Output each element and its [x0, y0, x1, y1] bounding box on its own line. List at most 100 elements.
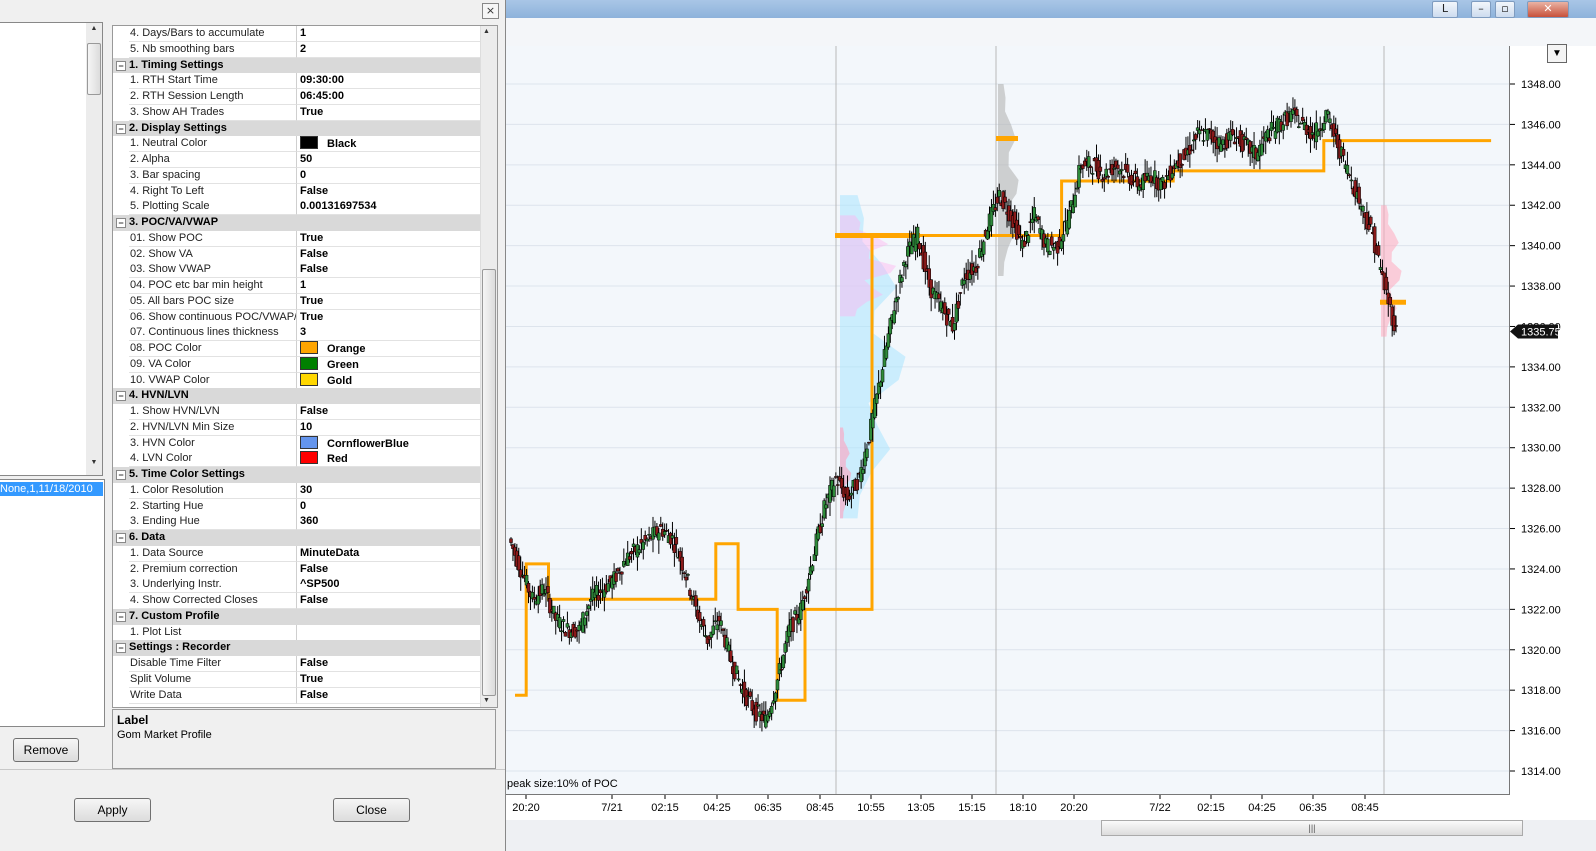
property-row[interactable]: 1. RTH Start Time 09:30:00: [113, 73, 483, 90]
minimize-icon[interactable]: –: [1471, 1, 1491, 18]
property-row[interactable]: 01. Show POC True: [113, 230, 483, 247]
property-value[interactable]: False: [297, 183, 483, 200]
restore-icon[interactable]: ▫: [1495, 1, 1515, 18]
close-button[interactable]: Close: [333, 798, 410, 822]
property-row[interactable]: 10. VWAP Color Gold: [113, 372, 483, 389]
scroll-down-icon[interactable]: ▼: [87, 459, 101, 471]
property-row[interactable]: 04. POC etc bar min height 1: [113, 278, 483, 294]
property-row[interactable]: 02. Show VA False: [113, 246, 483, 263]
axis-dropdown-button[interactable]: ▼: [1547, 44, 1567, 63]
property-grid[interactable]: 4. Days/Bars to accumulate 1 5. Nb smoothi…: [112, 25, 498, 708]
property-category[interactable]: −1. Timing Settings: [113, 57, 480, 74]
property-category[interactable]: −4. HVN/LVN: [113, 388, 480, 404]
property-row[interactable]: 2. Premium correction False: [113, 561, 483, 578]
property-value[interactable]: True: [297, 230, 483, 247]
scrollbar-thumb[interactable]: [482, 269, 496, 696]
property-value[interactable]: 1: [297, 26, 483, 42]
property-value[interactable]: True: [297, 293, 483, 310]
remove-button[interactable]: Remove: [13, 738, 79, 762]
property-value[interactable]: CornflowerBlue: [297, 435, 483, 452]
close-icon[interactable]: ✕: [1527, 1, 1569, 18]
property-row[interactable]: 06. Show continuous POC/VWAP/True: [113, 309, 483, 326]
property-value[interactable]: 1: [297, 278, 483, 294]
property-value[interactable]: True: [297, 671, 483, 688]
property-row[interactable]: 4. LVN Color Red: [113, 451, 483, 468]
property-row[interactable]: Write Data False: [113, 687, 483, 704]
property-value[interactable]: Orange: [297, 341, 483, 357]
property-value[interactable]: 0.00131697534: [297, 199, 483, 216]
property-row[interactable]: 1. Color Resolution 30: [113, 482, 483, 499]
property-value[interactable]: 2: [297, 41, 483, 58]
property-value[interactable]: 30: [297, 482, 483, 499]
collapse-icon[interactable]: −: [116, 123, 126, 134]
property-row[interactable]: 2. Alpha 50: [113, 152, 483, 168]
property-category[interactable]: −5. Time Color Settings: [113, 467, 480, 483]
property-value[interactable]: False: [297, 593, 483, 609]
property-value[interactable]: True: [297, 309, 483, 326]
property-row[interactable]: 08. POC Color Orange: [113, 341, 483, 357]
scroll-up-icon[interactable]: ▲: [87, 25, 101, 37]
property-value[interactable]: False: [297, 262, 483, 279]
property-value[interactable]: False: [297, 404, 483, 420]
property-row[interactable]: 1. Data Source MinuteData: [113, 545, 483, 562]
property-value[interactable]: False: [297, 656, 483, 672]
property-value[interactable]: 50: [297, 152, 483, 168]
property-value[interactable]: MinuteData: [297, 545, 483, 562]
apply-button[interactable]: Apply: [74, 798, 151, 822]
property-row[interactable]: 5. Plotting Scale 0.00131697534: [113, 199, 483, 216]
property-row[interactable]: 5. Nb smoothing bars 2: [113, 41, 483, 58]
property-category[interactable]: −7. Custom Profile: [113, 608, 480, 625]
property-value[interactable]: Black: [297, 136, 483, 153]
property-row[interactable]: Split Volume True: [113, 671, 483, 688]
property-row[interactable]: 05. All bars POC size True: [113, 293, 483, 310]
property-row[interactable]: 07. Continuous lines thickness 3: [113, 325, 483, 342]
property-value[interactable]: Green: [297, 356, 483, 373]
property-row[interactable]: 3. Bar spacing 0: [113, 167, 483, 184]
property-value[interactable]: False: [297, 561, 483, 578]
property-value[interactable]: False: [297, 687, 483, 704]
property-category[interactable]: −3. POC/VA/VWAP: [113, 215, 480, 231]
property-row[interactable]: 3. Show AH Trades True: [113, 104, 483, 121]
property-row[interactable]: 1. Show HVN/LVN False: [113, 404, 483, 420]
property-category[interactable]: −2. Display Settings: [113, 120, 480, 137]
property-row[interactable]: 4. Show Corrected Closes False: [113, 593, 483, 609]
available-indicators-list[interactable]: ▲ ▼: [0, 22, 103, 476]
scroll-up-icon[interactable]: ▲: [483, 28, 490, 35]
chart-plot-area[interactable]: peak size:10% of POC: [505, 46, 1510, 795]
property-row[interactable]: 4. Days/Bars to accumulate 1: [113, 26, 483, 42]
list-scrollbar[interactable]: ▲ ▼: [86, 23, 102, 475]
property-value[interactable]: 0: [297, 498, 483, 515]
chart-horizontal-scrollbar[interactable]: |||: [505, 820, 1596, 851]
scrollbar-thumb[interactable]: |||: [1101, 820, 1523, 836]
property-row[interactable]: 3. Ending Hue 360: [113, 514, 483, 531]
property-row[interactable]: 3. Underlying Instr. ^SP500: [113, 577, 483, 594]
property-row[interactable]: 1. Neutral Color Black: [113, 136, 483, 153]
property-value[interactable]: 360: [297, 514, 483, 531]
selected-indicator-item[interactable]: None,1,11/18/2010: [0, 482, 103, 496]
collapse-icon[interactable]: −: [116, 533, 126, 543]
property-value[interactable]: True: [297, 104, 483, 121]
property-row[interactable]: 2. HVN/LVN Min Size 10: [113, 419, 483, 436]
dialog-close-button[interactable]: ×: [482, 3, 499, 19]
collapse-icon[interactable]: −: [116, 391, 126, 402]
property-value[interactable]: 3: [297, 325, 483, 342]
property-value[interactable]: ^SP500: [297, 577, 483, 594]
collapse-icon[interactable]: −: [116, 611, 126, 622]
property-row[interactable]: 1. Plot List: [113, 624, 483, 641]
property-value[interactable]: Gold: [297, 372, 483, 389]
property-row[interactable]: 3. HVN Color CornflowerBlue: [113, 435, 483, 452]
property-value[interactable]: [297, 624, 483, 641]
property-value[interactable]: 10: [297, 419, 483, 436]
collapse-icon[interactable]: −: [116, 470, 126, 480]
scrollbar-thumb[interactable]: [87, 43, 101, 95]
collapse-icon[interactable]: −: [116, 60, 126, 71]
property-category[interactable]: −6. Data: [113, 530, 480, 546]
property-row[interactable]: Disable Time Filter False: [113, 656, 483, 672]
property-value[interactable]: Red: [297, 451, 483, 468]
property-row[interactable]: 03. Show VWAP False: [113, 262, 483, 279]
property-grid-scrollbar[interactable]: ▲ ▼: [480, 26, 497, 707]
property-row[interactable]: 2. Starting Hue 0: [113, 498, 483, 515]
property-row[interactable]: 2. RTH Session Length 06:45:00: [113, 89, 483, 105]
property-row[interactable]: 09. VA Color Green: [113, 356, 483, 373]
button-l[interactable]: L: [1432, 1, 1458, 18]
